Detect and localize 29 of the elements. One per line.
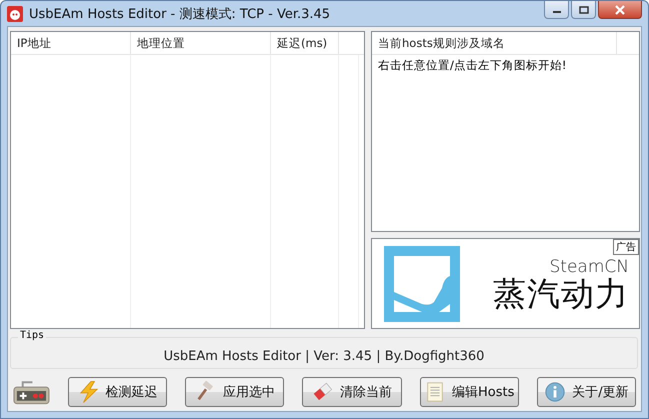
brand-name: 蒸汽动力 — [493, 277, 629, 310]
info-button[interactable]: 关于/更新 — [536, 377, 636, 407]
minimize-button[interactable] — [544, 1, 569, 19]
eraser-button[interactable]: 清除当前 — [302, 377, 402, 407]
hosts-list[interactable]: 当前hosts规则涉及域名 右击任意位置/点击左下角图标开始! — [371, 31, 640, 232]
lightning-button[interactable]: 检测延迟 — [68, 377, 168, 407]
tips-text: UsbEAm Hosts Editor | Ver: 3.45 | By.Dogfight360 — [164, 348, 484, 364]
maximize-button[interactable] — [571, 1, 596, 19]
column-header[interactable]: IP地址 — [11, 32, 131, 54]
column-header[interactable]: 延迟(ms) — [271, 32, 339, 54]
info-icon — [544, 381, 566, 403]
window-title: UsbEAm Hosts Editor - 测速模式: TCP - Ver.3.45 — [29, 6, 332, 22]
ip-list[interactable]: IP地址 地理位置 延迟(ms) — [10, 31, 365, 329]
brand-name: SteamCN — [550, 257, 629, 278]
eraser-icon — [312, 381, 334, 403]
maximize-icon — [578, 6, 588, 14]
brush-button[interactable]: 应用选中 — [185, 377, 284, 407]
document-button[interactable]: 编辑Hosts — [420, 377, 519, 407]
list-item[interactable]: 右击任意位置/点击左下角图标开始! — [372, 55, 639, 76]
lightning-icon — [78, 381, 100, 403]
close-icon — [614, 4, 626, 14]
logo-icon — [384, 246, 460, 322]
group-label: Tips — [18, 330, 46, 341]
close-button[interactable] — [598, 1, 642, 19]
gamepad-icon[interactable] — [13, 379, 50, 405]
column-header[interactable]: 当前hosts规则涉及域名 — [372, 32, 617, 54]
ad-label: 广告 — [613, 239, 639, 256]
app-icon — [7, 6, 23, 22]
column-header[interactable]: 地理位置 — [131, 32, 271, 54]
